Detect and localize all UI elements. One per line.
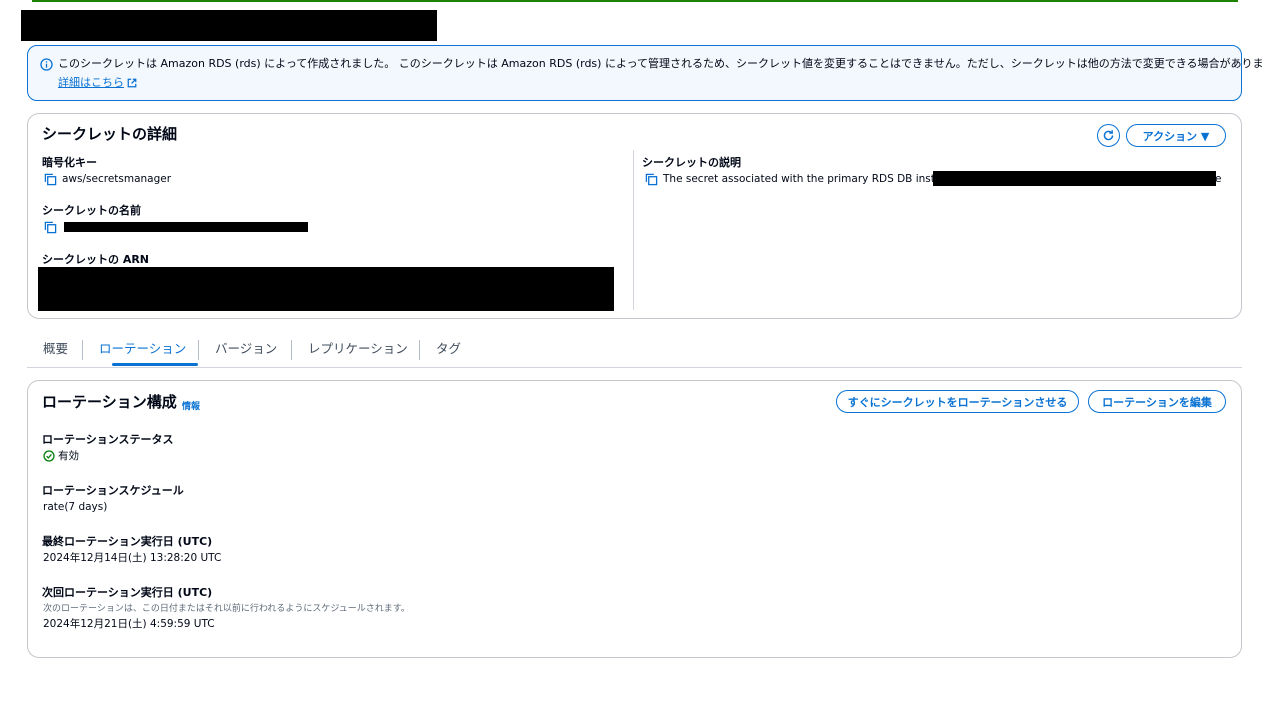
edit-rotation-button[interactable]: ローテーションを編集 (1088, 390, 1226, 413)
encryption-key-value: aws/secretsmanager (62, 173, 172, 185)
refresh-icon (1103, 130, 1114, 141)
tab-separator (198, 340, 199, 360)
last-rotation-value: 2024年12月14日(土) 13:28:20 UTC (43, 552, 222, 564)
encryption-key-row: aws/secretsmanager (44, 172, 171, 186)
copy-icon[interactable] (44, 221, 57, 234)
tab-tags[interactable]: タグ (436, 334, 461, 364)
active-tab-indicator (112, 363, 198, 366)
redacted-secret-arn (38, 267, 614, 311)
rotation-status-label: ローテーションステータス (42, 433, 174, 446)
rotation-schedule-value: rate(7 days) (43, 501, 108, 513)
tab-versions[interactable]: バージョン (215, 334, 277, 364)
info-icon (40, 58, 53, 71)
rotation-configuration-container: ローテーション構成 情報 すぐにシークレットをローテーションさせる ローテーショ… (27, 380, 1242, 658)
next-rotation-note: 次のローテーションは、この日付またはそれ以前に行われるようにスケジュールされます… (43, 604, 410, 614)
redacted-description (933, 171, 1216, 186)
success-check-icon (43, 450, 55, 462)
column-divider (633, 150, 634, 310)
redacted-secret-name (64, 222, 308, 232)
secret-description-label: シークレットの説明 (642, 156, 741, 169)
secret-description-tail: e (1215, 173, 1222, 185)
rotation-status: 有効 (43, 449, 79, 463)
learn-more-label: 詳細はこちら (58, 76, 124, 89)
rotation-status-value: 有効 (58, 450, 79, 462)
next-rotation-value: 2024年12月21日(土) 4:59:59 UTC (43, 618, 215, 630)
rotation-configuration-title: ローテーション構成 (42, 393, 177, 411)
secret-details-container: シークレットの詳細 アクション ▼ 暗号化キー aws/secretsmanag… (27, 113, 1242, 319)
info-banner: このシークレットは Amazon RDS (rds) によって作成されました。 … (27, 45, 1264, 101)
secret-name-label: シークレットの名前 (42, 204, 141, 217)
copy-icon[interactable] (645, 173, 658, 186)
last-rotation-label: 最終ローテーション実行日 (UTC) (42, 535, 213, 548)
learn-more-link[interactable]: 詳細はこちら (58, 76, 137, 90)
top-success-bar (32, 0, 1238, 2)
secret-tabs: 概要 ローテーション バージョン レプリケーション タグ (27, 334, 1242, 368)
tab-rotation[interactable]: ローテーション (99, 334, 186, 364)
secret-description-row: The secret associated with the primary R… (645, 172, 964, 186)
rotation-schedule-label: ローテーションスケジュール (42, 484, 184, 497)
banner-message: このシークレットは Amazon RDS (rds) によって作成されました。 … (58, 57, 1264, 70)
copy-icon[interactable] (44, 173, 57, 186)
external-link-icon (127, 78, 137, 88)
info-link[interactable]: 情報 (182, 399, 200, 412)
encryption-key-label: 暗号化キー (42, 156, 97, 169)
secret-name-row (44, 221, 57, 234)
tab-separator (82, 340, 83, 360)
rotate-now-button[interactable]: すぐにシークレットをローテーションさせる (836, 390, 1079, 413)
tab-overview[interactable]: 概要 (43, 334, 68, 364)
tab-replication[interactable]: レプリケーション (308, 334, 408, 364)
next-rotation-label: 次回ローテーション実行日 (UTC) (42, 586, 213, 599)
actions-dropdown-button[interactable]: アクション ▼ (1126, 124, 1226, 147)
redacted-page-title (21, 10, 437, 41)
secret-arn-label: シークレットの ARN (42, 253, 150, 266)
tab-separator (419, 340, 420, 360)
secret-details-title: シークレットの詳細 (42, 125, 178, 143)
tab-separator (291, 340, 292, 360)
refresh-button[interactable] (1097, 124, 1120, 147)
secret-description-value: The secret associated with the primary R… (663, 173, 964, 185)
